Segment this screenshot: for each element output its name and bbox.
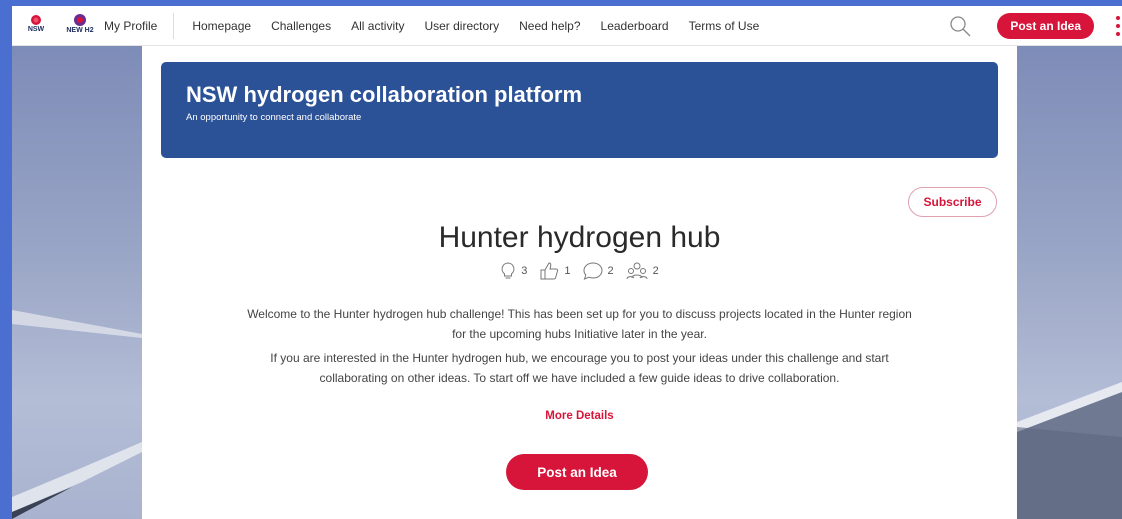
banner-title: NSW hydrogen collaboration platform bbox=[186, 82, 583, 107]
nav-divider bbox=[173, 12, 175, 39]
my-profile-link[interactable]: My Profile bbox=[104, 19, 157, 33]
challenge-description-2: If you are interested in the Hunter hydr… bbox=[270, 351, 889, 385]
waratah-icon bbox=[31, 14, 41, 25]
comments-count: 2 bbox=[607, 265, 614, 277]
challenge-description-1: Welcome to the Hunter hydrogen hub chall… bbox=[247, 307, 912, 341]
nav-leaderboard[interactable]: Leaderboard bbox=[601, 19, 669, 33]
comments-stat: 2 bbox=[582, 262, 614, 280]
people-icon bbox=[626, 262, 648, 280]
ideas-stat: 3 bbox=[500, 262, 527, 280]
more-details-link[interactable]: More Details bbox=[142, 410, 1017, 422]
challenge-title: Hunter hydrogen hub bbox=[438, 221, 721, 254]
likes-stat: 1 bbox=[539, 262, 571, 280]
challenge-card: NSW hydrogen collaboration platform An o… bbox=[142, 46, 1017, 519]
new-h2-logo[interactable]: NEW H2 bbox=[64, 13, 96, 39]
likes-count: 1 bbox=[564, 265, 571, 277]
nav-user-directory[interactable]: User directory bbox=[424, 19, 499, 33]
members-count: 2 bbox=[652, 265, 659, 277]
banner-subtitle: An opportunity to connect and collaborat… bbox=[186, 112, 362, 123]
challenge-stats: 3 1 2 2 bbox=[142, 262, 1017, 280]
members-stat: 2 bbox=[626, 262, 659, 280]
search-icon[interactable] bbox=[949, 15, 971, 37]
nav-homepage[interactable]: Homepage bbox=[192, 19, 251, 33]
platform-banner: NSW hydrogen collaboration platform An o… bbox=[161, 62, 998, 158]
kebab-menu-icon[interactable] bbox=[1116, 16, 1120, 36]
nsw-logo[interactable]: NSW bbox=[23, 14, 49, 38]
thumbs-up-icon bbox=[540, 262, 559, 280]
post-idea-button-header[interactable]: Post an Idea bbox=[997, 13, 1094, 39]
post-idea-button[interactable]: Post an Idea bbox=[506, 454, 648, 490]
nav-all-activity[interactable]: All activity bbox=[351, 19, 404, 33]
lightbulb-icon bbox=[501, 262, 515, 279]
new-h2-logo-text: NEW H2 bbox=[66, 26, 94, 34]
nav-need-help[interactable]: Need help? bbox=[519, 19, 580, 33]
ideas-count: 3 bbox=[521, 265, 528, 277]
nav-challenges[interactable]: Challenges bbox=[271, 19, 331, 33]
nsw-logo-text: NSW bbox=[27, 25, 45, 33]
subscribe-button[interactable]: Subscribe bbox=[908, 187, 997, 217]
nav-terms-of-use[interactable]: Terms of Use bbox=[689, 19, 760, 33]
main-nav: Homepage Challenges All activity User di… bbox=[192, 19, 779, 33]
comment-icon bbox=[582, 262, 603, 280]
h2-molecule-icon bbox=[74, 13, 86, 26]
top-navigation-bar: NSW NEW H2 My Profile Homepage Challenge… bbox=[12, 6, 1122, 46]
